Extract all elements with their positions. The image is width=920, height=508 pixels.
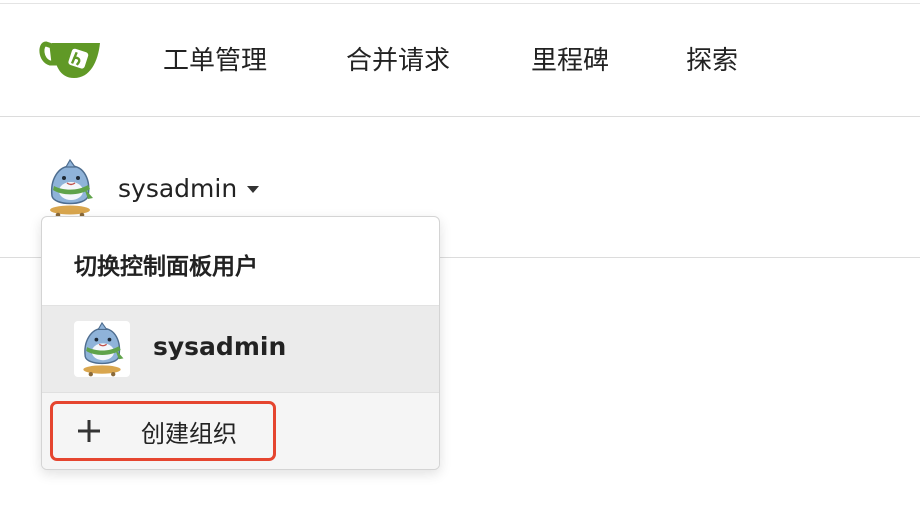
dropdown-item-sysadmin[interactable]: sysadmin [42, 306, 439, 393]
user-avatar-icon [74, 321, 130, 377]
dropdown-header-text: 切换控制面板用户 [74, 254, 258, 280]
context-user-name: sysadmin [118, 173, 238, 203]
dropdown-header: 切换控制面板用户 [42, 217, 439, 306]
dropdown-create-section: 创建组织 [42, 393, 439, 469]
nav-milestones[interactable]: 里程碑 [531, 44, 609, 78]
dropdown-user-name: sysadmin [153, 332, 287, 361]
nav-issues[interactable]: 工单管理 [163, 44, 267, 78]
plus-icon [78, 420, 100, 442]
nav-pull-requests[interactable]: 合并请求 [346, 44, 450, 78]
context-user-switcher[interactable]: sysadmin [40, 157, 260, 219]
nav-explore[interactable]: 探索 [686, 44, 738, 78]
create-organization-label: 创建组织 [141, 419, 237, 448]
create-organization-button[interactable]: 创建组织 [50, 401, 276, 461]
user-avatar-icon [40, 158, 100, 218]
gitea-logo-icon[interactable] [38, 34, 104, 84]
context-switch-dropdown: 切换控制面板用户 sysadmin 创建组织 [41, 216, 440, 470]
top-navbar: 工单管理 合并请求 里程碑 探索 [0, 4, 920, 117]
caret-down-icon [247, 185, 260, 193]
